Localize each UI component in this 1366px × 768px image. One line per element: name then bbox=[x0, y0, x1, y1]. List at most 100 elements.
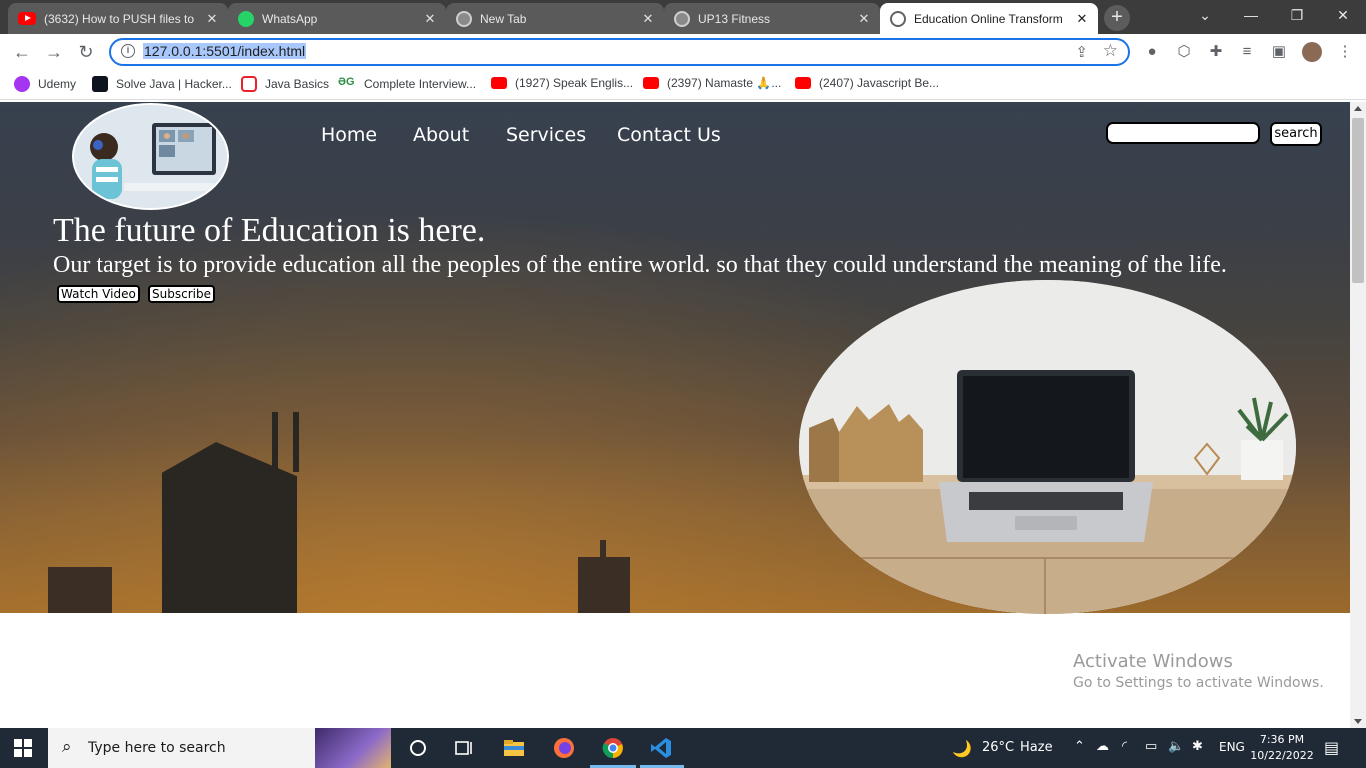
forward-arrow-icon[interactable]: → bbox=[42, 40, 66, 64]
page-viewport: Home About Services Contact Us search Th… bbox=[0, 102, 1350, 728]
taskbar-search-placeholder: Type here to search bbox=[88, 740, 226, 756]
clock-time: 7:36 PM bbox=[1259, 733, 1305, 746]
url-text[interactable]: 127.0.0.1:5501/index.html bbox=[143, 43, 307, 59]
share-icon[interactable]: ⇪ bbox=[1075, 43, 1088, 61]
tab-education-online[interactable]: Education Online Transform ✕ bbox=[880, 3, 1098, 34]
scroll-down-arrow-icon[interactable] bbox=[1354, 719, 1362, 724]
bookmark-java-basics[interactable]: Java Basics bbox=[241, 76, 329, 92]
onedrive-cloud-icon[interactable]: ☁ bbox=[1096, 739, 1109, 754]
tab-new-tab[interactable]: New Tab ✕ bbox=[446, 3, 664, 34]
chrome-taskbar-icon[interactable] bbox=[601, 736, 625, 760]
profile-avatar[interactable] bbox=[1302, 42, 1322, 62]
hackerrank-icon bbox=[92, 76, 108, 92]
tab-title: WhatsApp bbox=[262, 11, 318, 26]
tab-close-icon[interactable]: ✕ bbox=[640, 11, 656, 27]
kebab-menu-icon[interactable]: ⋮ bbox=[1336, 43, 1354, 61]
action-center-icon[interactable]: ▤ bbox=[1324, 738, 1339, 757]
scrollbar-thumb[interactable] bbox=[1352, 118, 1364, 283]
search-icon: ⌕ bbox=[62, 737, 72, 756]
bookmark-label: Java Basics bbox=[265, 77, 330, 91]
bookmark-namaste[interactable]: (2397) Namaste 🙏... bbox=[643, 76, 781, 90]
language-indicator[interactable]: ENG bbox=[1219, 740, 1245, 754]
reload-icon[interactable]: ↻ bbox=[74, 40, 98, 64]
bookmarks-bar: Udemy Solve Java | Hacker... Java Basics… bbox=[0, 70, 1366, 100]
wifi-icon[interactable]: ◜ bbox=[1122, 739, 1127, 754]
tab-title: Education Online Transform bbox=[914, 11, 1063, 26]
system-clock[interactable]: 7:36 PM 10/22/2022 bbox=[1246, 732, 1318, 764]
tab-up13-fitness[interactable]: UP13 Fitness ✕ bbox=[664, 3, 880, 34]
tab-close-icon[interactable]: ✕ bbox=[856, 11, 872, 27]
youtube-icon bbox=[491, 77, 507, 89]
file-explorer-icon[interactable] bbox=[502, 736, 526, 760]
notification-app-icon[interactable]: ✱ bbox=[1192, 739, 1203, 754]
extensions-puzzle-icon[interactable]: ✚ bbox=[1207, 43, 1225, 61]
nav-contact-link[interactable]: Contact Us bbox=[617, 124, 721, 146]
bookmark-star-icon[interactable]: ☆ bbox=[1103, 41, 1118, 61]
hero-section: Home About Services Contact Us search Th… bbox=[0, 102, 1350, 614]
weather-moon-icon[interactable]: 🌙 bbox=[952, 739, 972, 758]
page-scrollbar[interactable] bbox=[1350, 102, 1366, 728]
udemy-icon bbox=[14, 76, 30, 92]
volume-icon[interactable]: 🔈 bbox=[1168, 739, 1184, 754]
tab-search-button[interactable]: ⌄ bbox=[1182, 0, 1228, 30]
weather-condition[interactable]: Haze bbox=[1020, 740, 1053, 755]
windows-taskbar: ⌕ Type here to search 🌙 26°C Haze ⌃ ☁ ◜ … bbox=[0, 728, 1366, 768]
chrome-icon bbox=[456, 10, 472, 27]
nav-home-link[interactable]: Home bbox=[321, 124, 377, 146]
tab-close-icon[interactable]: ✕ bbox=[422, 11, 438, 27]
cortana-icon[interactable] bbox=[406, 736, 430, 760]
battery-icon[interactable]: ▭ bbox=[1145, 739, 1157, 754]
tab-close-icon[interactable]: ✕ bbox=[204, 11, 220, 27]
tab-whatsapp[interactable]: WhatsApp ✕ bbox=[228, 3, 446, 34]
bookmark-label: Solve Java | Hacker... bbox=[116, 77, 232, 91]
tab-youtube-push[interactable]: (3632) How to PUSH files to ✕ bbox=[8, 3, 228, 34]
bookmark-udemy[interactable]: Udemy bbox=[14, 76, 76, 92]
youtube-icon bbox=[795, 77, 811, 89]
info-icon[interactable]: i bbox=[121, 44, 135, 58]
task-view-icon[interactable] bbox=[452, 736, 476, 760]
vscode-icon[interactable] bbox=[649, 736, 673, 760]
media-control-icon[interactable]: ≡ bbox=[1238, 43, 1256, 61]
address-bar[interactable]: i 127.0.0.1:5501/index.html ⇪ ☆ bbox=[109, 38, 1130, 66]
extension-hex-icon[interactable]: ⬡ bbox=[1175, 43, 1193, 61]
close-window-button[interactable]: ✕ bbox=[1320, 0, 1366, 30]
firefox-icon[interactable] bbox=[552, 736, 576, 760]
subscribe-button[interactable]: Subscribe bbox=[148, 285, 215, 303]
bookmark-speak-english[interactable]: (1927) Speak Englis... bbox=[491, 76, 633, 90]
scroll-up-arrow-icon[interactable] bbox=[1354, 106, 1362, 111]
online-class-illustration bbox=[74, 105, 227, 208]
extension-circle-icon[interactable]: ● bbox=[1143, 43, 1161, 61]
hero-title: The future of Education is here. bbox=[53, 212, 486, 249]
laptop-illustration bbox=[799, 280, 1296, 614]
bookmark-javascript[interactable]: (2407) Javascript Be... bbox=[795, 76, 939, 90]
search-button[interactable]: search bbox=[1270, 122, 1322, 146]
tab-title: (3632) How to PUSH files to bbox=[44, 11, 195, 26]
nav-about-link[interactable]: About bbox=[413, 124, 469, 146]
bookmark-label: (1927) Speak Englis... bbox=[515, 76, 634, 90]
new-tab-button[interactable]: + bbox=[1104, 5, 1130, 31]
weather-temperature[interactable]: 26°C bbox=[982, 740, 1014, 755]
side-panel-icon[interactable]: ▣ bbox=[1270, 43, 1288, 61]
search-input[interactable] bbox=[1106, 122, 1260, 144]
laptop-image bbox=[799, 280, 1296, 614]
chevron-up-icon[interactable]: ⌃ bbox=[1074, 739, 1085, 754]
globe-icon bbox=[890, 10, 906, 27]
bookmark-geeksforgeeks[interactable]: ƏG Complete Interview... bbox=[338, 76, 476, 92]
bookmark-label: Udemy bbox=[38, 77, 77, 91]
taskbar-search-box[interactable]: ⌕ Type here to search bbox=[48, 728, 391, 768]
tab-title: New Tab bbox=[480, 11, 527, 26]
maximize-button[interactable]: ❐ bbox=[1274, 0, 1320, 30]
back-arrow-icon[interactable]: ← bbox=[10, 40, 34, 64]
bookmark-hackerrank[interactable]: Solve Java | Hacker... bbox=[92, 76, 232, 92]
minimize-button[interactable]: — bbox=[1228, 0, 1274, 30]
site-logo[interactable] bbox=[72, 103, 229, 210]
watermark-subtitle: Go to Settings to activate Windows. bbox=[1073, 675, 1324, 691]
windows-start-icon[interactable] bbox=[14, 739, 32, 757]
tab-close-icon[interactable]: ✕ bbox=[1074, 11, 1090, 27]
java-icon bbox=[241, 76, 257, 92]
watch-video-button[interactable]: Watch Video bbox=[57, 285, 140, 303]
tab-title: UP13 Fitness bbox=[698, 11, 771, 26]
skyline-spire bbox=[272, 412, 278, 472]
nav-services-link[interactable]: Services bbox=[506, 124, 586, 146]
youtube-icon bbox=[18, 12, 36, 25]
